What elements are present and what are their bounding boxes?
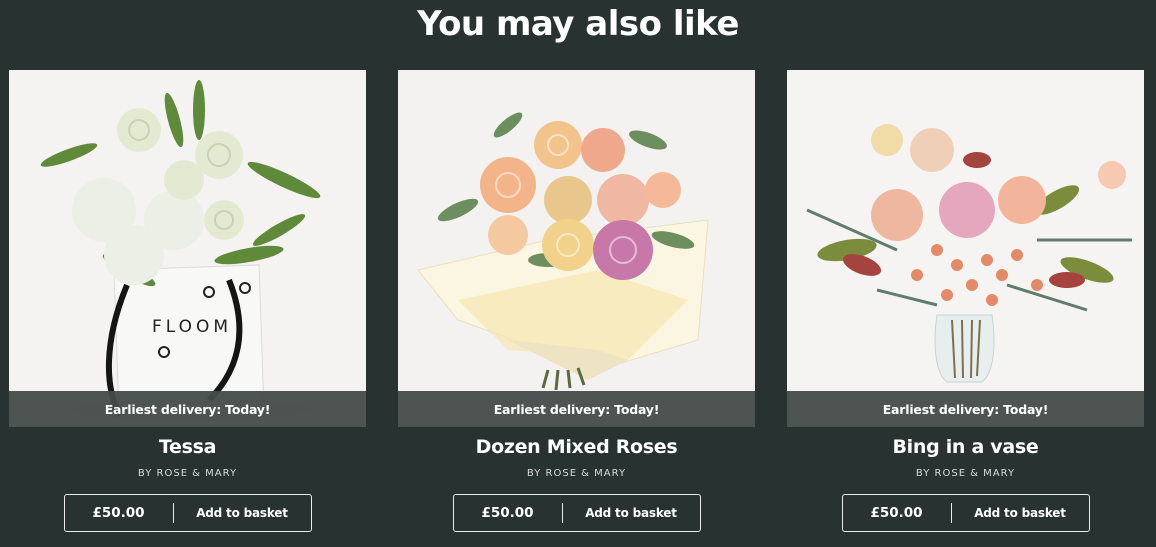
buy-bar: £50.00 Add to basket [63,494,312,532]
section-title: You may also like [417,4,739,44]
product-card-dozen-mixed-roses[interactable]: Earliest delivery: Today! Dozen Mixed Ro… [398,70,755,532]
delivery-banner: Earliest delivery: Today! [398,391,755,427]
mixed-roses-bouquet-image [398,70,755,427]
add-to-basket-button[interactable]: Add to basket [952,506,1089,520]
bag-brand-text: FLOOM [152,317,232,337]
white-bouquet-in-bag-image: FLOOM [9,70,366,427]
flowers-in-vase-image [787,70,1144,427]
product-card-tessa[interactable]: FLOOM Earliest delivery: Today! Tessa BY… [9,70,366,532]
delivery-banner: Earliest delivery: Today! [9,391,366,427]
product-name[interactable]: Bing in a vase [787,435,1144,459]
buy-bar: £50.00 Add to basket [452,494,701,532]
product-image-tessa[interactable]: FLOOM Earliest delivery: Today! [9,70,366,427]
product-vendor: BY ROSE & MARY [526,468,627,479]
price: £50.00 [870,505,923,521]
price: £50.00 [481,505,534,521]
product-image-bing-in-a-vase[interactable]: Earliest delivery: Today! [787,70,1144,427]
product-name[interactable]: Dozen Mixed Roses [398,435,755,459]
buy-bar: £50.00 Add to basket [841,494,1090,532]
add-to-basket-button[interactable]: Add to basket [563,506,700,520]
add-to-basket-button[interactable]: Add to basket [174,506,311,520]
product-name[interactable]: Tessa [9,435,366,459]
product-vendor: BY ROSE & MARY [137,468,238,479]
delivery-banner: Earliest delivery: Today! [787,391,1144,427]
product-image-dozen-mixed-roses[interactable]: Earliest delivery: Today! [398,70,755,427]
price: £50.00 [92,505,145,521]
product-card-bing-in-a-vase[interactable]: Earliest delivery: Today! Bing in a vase… [787,70,1144,532]
product-vendor: BY ROSE & MARY [915,468,1016,479]
